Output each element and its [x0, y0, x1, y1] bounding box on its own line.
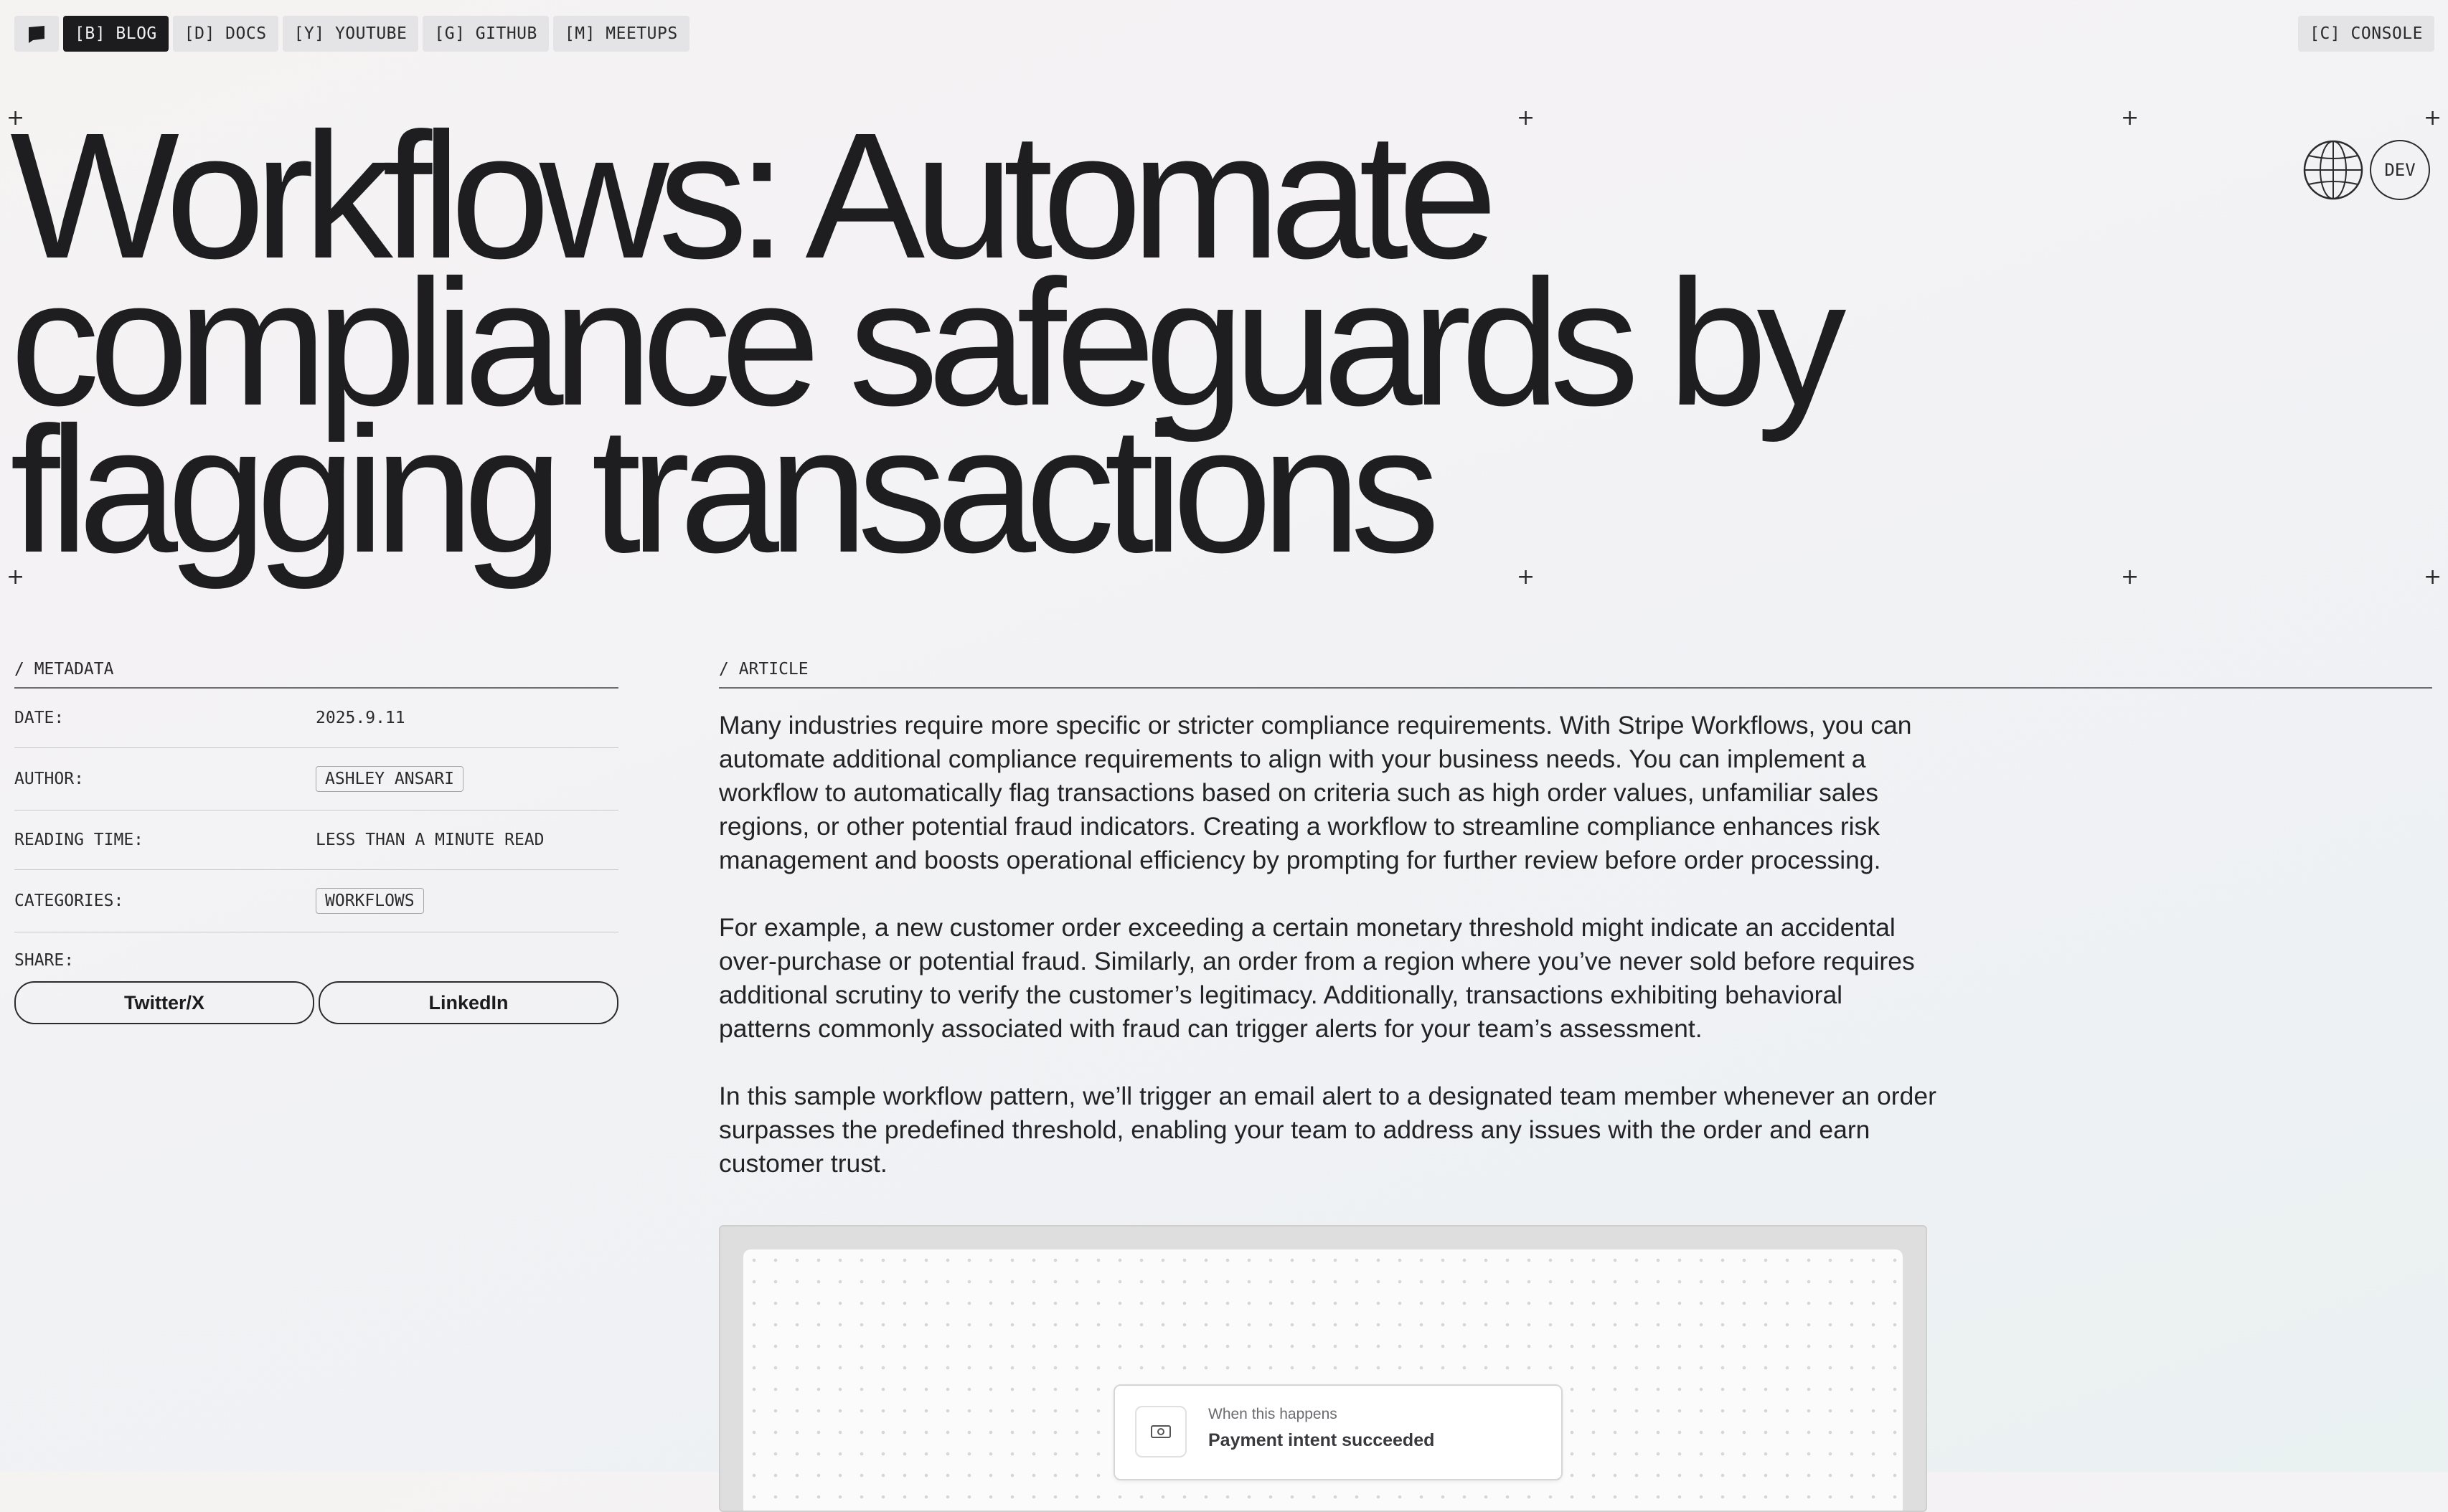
article: / ARTICLE Many industries require more s…: [719, 660, 2432, 1214]
nav-blog[interactable]: [B] BLOG: [63, 16, 169, 52]
share-label: SHARE:: [14, 951, 75, 970]
article-paragraph: Many industries require more specific or…: [719, 711, 1912, 874]
author-tag[interactable]: ASHLEY ANSARI: [316, 766, 464, 792]
dev-toggle-button[interactable]: DEV: [2370, 140, 2430, 200]
workflow-illustration: When this happens Payment intent succeed…: [719, 1225, 1927, 1512]
nav-github[interactable]: [G] GITHUB: [423, 16, 549, 52]
top-nav: [B] BLOG [D] DOCS [Y] YOUTUBE [G] GITHUB…: [14, 16, 689, 52]
nav-docs[interactable]: [D] DOCS: [172, 16, 278, 52]
logo-button[interactable]: [14, 16, 59, 52]
date-value: 2025.9.11: [316, 709, 405, 727]
console-button[interactable]: [C] CONSOLE: [2298, 16, 2434, 52]
meta-row-reading-time: READING TIME: LESS THAN A MINUTE READ: [14, 811, 618, 870]
meta-row-date: DATE: 2025.9.11: [14, 689, 618, 748]
trigger-title: Payment intent succeeded: [1208, 1430, 1435, 1450]
flag-logo-icon: [29, 26, 44, 43]
share-buttons: Twitter/X LinkedIn: [14, 981, 618, 1024]
page-title: Workflows: Automate compliance safeguard…: [10, 95, 1846, 590]
article-heading: / ARTICLE: [719, 660, 2432, 689]
metadata-heading: / METADATA: [14, 660, 618, 689]
payment-icon: [1135, 1406, 1187, 1457]
share-linkedin-button[interactable]: LinkedIn: [319, 981, 618, 1024]
crosshair-mark: +: [1517, 564, 1535, 590]
crosshair-mark: +: [2121, 105, 2139, 131]
metadata-panel: / METADATA DATE: 2025.9.11 AUTHOR: ASHLE…: [14, 660, 618, 1024]
reading-time-label: READING TIME:: [14, 831, 144, 849]
date-label: DATE:: [14, 709, 65, 727]
meta-row-categories: CATEGORIES: WORKFLOWS: [14, 870, 618, 932]
category-tag[interactable]: WORKFLOWS: [316, 888, 424, 914]
crosshair-mark: +: [2424, 105, 2442, 131]
article-body: Many industries require more specific or…: [719, 709, 1939, 1181]
nav-meetups[interactable]: [M] MEETUPS: [552, 16, 689, 52]
crosshair-mark: +: [2121, 564, 2139, 590]
nav-youtube[interactable]: [Y] YOUTUBE: [282, 16, 419, 52]
trigger-subtitle: When this happens: [1208, 1406, 1337, 1422]
reading-time-value: LESS THAN A MINUTE READ: [316, 831, 545, 849]
share-twitter-button[interactable]: Twitter/X: [14, 981, 314, 1024]
article-paragraph: In this sample workflow pattern, we’ll t…: [719, 1082, 1936, 1178]
categories-label: CATEGORIES:: [14, 892, 124, 910]
globe-icon[interactable]: [2303, 140, 2363, 200]
workflow-trigger-card[interactable]: When this happens Payment intent succeed…: [1114, 1384, 1563, 1480]
article-paragraph: For example, a new customer order exceed…: [719, 913, 1915, 1043]
crosshair-mark: +: [2424, 564, 2442, 590]
author-label: AUTHOR:: [14, 770, 84, 788]
workflow-canvas: When this happens Payment intent succeed…: [743, 1249, 1903, 1511]
meta-row-author: AUTHOR: ASHLEY ANSARI: [14, 748, 618, 811]
